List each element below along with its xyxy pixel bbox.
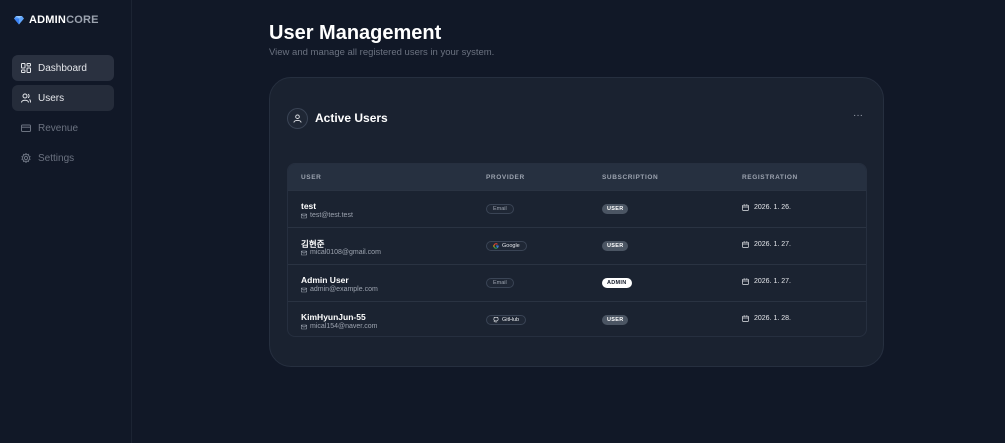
user-email-text: admin@example.com <box>310 286 378 293</box>
user-email: mical0108@gmail.com <box>301 249 381 256</box>
grid-icon <box>21 63 31 73</box>
sidebar-item-label: Revenue <box>38 122 79 134</box>
more-options-button[interactable]: ··· <box>850 110 866 126</box>
provider-label: Email <box>493 206 507 212</box>
user-email: mical154@naver.com <box>301 323 377 330</box>
subscription-badge: USER <box>602 241 629 251</box>
brand-logo[interactable]: ADMINCORE <box>14 14 99 26</box>
sidebar: ADMINCORE Dashboard Users Revenue Settin… <box>0 0 132 443</box>
registration-date: 2026. 1. 27. <box>742 241 791 248</box>
mail-icon <box>301 287 307 292</box>
registration-date: 2026. 1. 26. <box>742 204 791 211</box>
registration-date-text: 2026. 1. 26. <box>754 204 791 211</box>
table-row[interactable]: test test@test.test Email USER 2026. 1. … <box>288 190 866 227</box>
calendar-icon <box>742 315 749 322</box>
page-subtitle: View and manage all registered users in … <box>269 47 495 58</box>
provider-label: Email <box>493 280 507 286</box>
card-title: Active Users <box>315 111 388 125</box>
column-header-user[interactable]: USER <box>301 174 321 181</box>
sidebar-item-revenue[interactable]: Revenue <box>12 115 114 141</box>
user-email-text: test@test.test <box>310 212 353 219</box>
users-table: USER PROVIDER SUBSCRIPTION REGISTRATION … <box>287 163 867 337</box>
user-icon <box>287 108 308 129</box>
users-icon <box>21 93 31 103</box>
user-email: test@test.test <box>301 212 353 219</box>
table-row[interactable]: Admin User admin@example.com Email ADMIN… <box>288 264 866 301</box>
registration-date-text: 2026. 1. 27. <box>754 241 791 248</box>
page-title: User Management <box>269 22 442 44</box>
calendar-icon <box>742 278 749 285</box>
registration-date-text: 2026. 1. 28. <box>754 315 791 322</box>
user-email-text: mical154@naver.com <box>310 323 378 330</box>
gear-icon <box>21 153 31 163</box>
registration-date: 2026. 1. 28. <box>742 315 791 322</box>
sidebar-item-label: Dashboard <box>38 62 87 74</box>
google-icon <box>493 243 499 249</box>
calendar-icon <box>742 204 749 211</box>
user-email-text: mical0108@gmail.com <box>310 249 381 256</box>
mail-icon <box>301 324 307 329</box>
table-row[interactable]: 김현준 mical0108@gmail.com Google USER 2026… <box>288 227 866 264</box>
provider-badge: Email <box>486 278 514 288</box>
mail-icon <box>301 250 307 255</box>
subscription-badge: ADMIN <box>602 278 632 288</box>
registration-date: 2026. 1. 27. <box>742 278 791 285</box>
column-header-provider[interactable]: PROVIDER <box>486 174 525 181</box>
brand-name-bold: ADMIN <box>29 14 67 26</box>
calendar-icon <box>742 241 749 248</box>
column-header-subscription[interactable]: SUBSCRIPTION <box>602 174 658 181</box>
diamond-icon <box>14 16 24 25</box>
provider-label: GitHub <box>502 317 520 323</box>
table-header: USER PROVIDER SUBSCRIPTION REGISTRATION <box>288 164 866 190</box>
subscription-badge: USER <box>602 204 629 214</box>
github-icon <box>493 317 499 323</box>
provider-badge: Email <box>486 204 514 214</box>
provider-badge: GitHub <box>486 315 527 325</box>
sidebar-item-label: Settings <box>38 152 75 164</box>
sidebar-item-dashboard[interactable]: Dashboard <box>12 55 114 81</box>
user-name: test <box>301 201 317 211</box>
active-users-card: Active Users ··· USER PROVIDER SUBSCRIPT… <box>269 77 884 367</box>
provider-badge: Google <box>486 241 527 251</box>
sidebar-item-label: Users <box>38 92 65 104</box>
user-name: KimHyunJun-55 <box>301 312 366 322</box>
brand-name-light: CORE <box>66 14 99 26</box>
registration-date-text: 2026. 1. 27. <box>754 278 791 285</box>
subscription-badge: USER <box>602 315 629 325</box>
sidebar-item-users[interactable]: Users <box>12 85 114 111</box>
mail-icon <box>301 213 307 218</box>
sidebar-nav: Dashboard Users Revenue Settings <box>12 55 114 175</box>
sidebar-item-settings[interactable]: Settings <box>12 145 114 171</box>
user-name: Admin User <box>301 275 349 285</box>
table-row[interactable]: KimHyunJun-55 mical154@naver.com GitHub … <box>288 301 866 336</box>
provider-label: Google <box>502 243 520 249</box>
column-header-registration[interactable]: REGISTRATION <box>742 174 798 181</box>
user-email: admin@example.com <box>301 286 378 293</box>
card-icon <box>21 124 31 132</box>
